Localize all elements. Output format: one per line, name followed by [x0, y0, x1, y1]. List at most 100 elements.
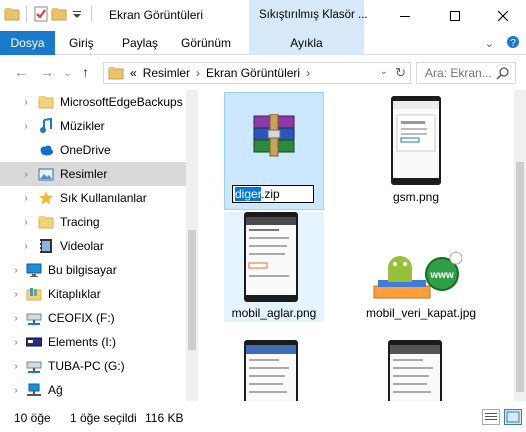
chevron-right-icon[interactable]: › — [20, 217, 32, 228]
rename-selected-text: diger — [235, 187, 262, 201]
close-button[interactable] — [480, 0, 526, 31]
tab-file[interactable]: Dosya — [0, 31, 55, 55]
chevron-down-icon[interactable]: ⌄ — [485, 37, 494, 50]
chevron-right-icon[interactable]: › — [20, 193, 32, 204]
nav-item-onedrive[interactable]: OneDrive — [0, 138, 186, 162]
chevron-right-icon[interactable]: › — [20, 169, 32, 180]
large-icons-view-button[interactable] — [504, 409, 522, 425]
rename-field[interactable]: diger.zip — [232, 185, 314, 203]
file-tile-partial[interactable] — [244, 340, 298, 401]
breadcrumb-item-current[interactable]: Ekran Görüntüleri — [206, 66, 300, 80]
nav-item-label: CEOFIX (F:) — [48, 311, 115, 325]
nav-scrollbar[interactable] — [186, 90, 198, 401]
search-box[interactable] — [416, 62, 516, 84]
nav-item-resimler[interactable]: › Resimler — [0, 162, 186, 186]
ribbon-tabs: Dosya Giriş Paylaş Görünüm Ayıkla ⌄ ? — [0, 31, 526, 55]
chevron-right-icon[interactable]: › — [10, 385, 22, 396]
minimize-button[interactable] — [382, 0, 428, 31]
nav-item-videolar[interactable]: › Videolar — [0, 234, 186, 258]
breadcrumb-chevron-icon[interactable]: › — [306, 66, 310, 80]
tab-extract[interactable]: Ayıkla — [249, 31, 364, 55]
breadcrumb-item-resimler[interactable]: Resimler — [143, 66, 190, 80]
folder-icon — [108, 66, 124, 83]
nav-item-ag[interactable]: › Ağ — [0, 378, 186, 401]
file-name: mobil_veri_kapat.jpg — [366, 306, 477, 320]
nav-item-label: OneDrive — [60, 143, 111, 157]
nav-item-label: MicrosoftEdgeBackups — [60, 95, 183, 109]
file-view-scrollbar-thumb[interactable] — [516, 162, 524, 392]
chevron-right-icon[interactable]: › — [10, 265, 22, 276]
address-bar[interactable]: « Resimler › Ekran Görüntüleri › ⌄ ↻ — [103, 62, 411, 84]
nav-item-sik-kullanilanlar[interactable]: › Sık Kullanılanlar — [0, 186, 186, 210]
nav-item-label: Kitaplıklar — [48, 287, 101, 301]
breadcrumb-overflow[interactable]: « — [130, 66, 137, 80]
refresh-icon[interactable]: ↻ — [395, 65, 406, 81]
file-view: diger.zip gsm.png mobil_aglar.png www mo… — [198, 90, 514, 401]
back-arrow-icon[interactable]: ← — [14, 64, 28, 80]
ribbon-controls: ⌄ ? — [485, 35, 520, 52]
properties-icon[interactable] — [33, 6, 49, 22]
file-name: mobil_aglar.png — [231, 306, 317, 320]
breadcrumb-chevron-icon[interactable]: › — [196, 66, 200, 80]
customize-toolbar-icon[interactable] — [69, 6, 85, 22]
nav-item-label: Sık Kullanılanlar — [60, 191, 147, 205]
phone-screenshot-thumbnail — [391, 96, 441, 185]
tab-home[interactable]: Giriş — [69, 31, 94, 55]
search-input[interactable] — [417, 63, 497, 83]
file-tile-gsm[interactable]: gsm.png — [366, 92, 466, 210]
address-dropdown-icon[interactable]: ⌄ — [380, 66, 388, 77]
item-count: 10 öğe — [14, 411, 51, 425]
chevron-right-icon[interactable]: › — [20, 121, 32, 132]
nav-item-ceofix[interactable]: › CEOFIX (F:) — [0, 306, 186, 330]
chevron-right-icon[interactable]: › — [10, 361, 22, 372]
tab-share[interactable]: Paylaş — [122, 31, 158, 55]
nav-item-kitapliklar[interactable]: › Kitaplıklar — [0, 282, 186, 306]
winrar-archive-icon — [250, 113, 298, 160]
file-tile-mobil-aglar[interactable]: mobil_aglar.png — [224, 212, 324, 322]
large-icons-view-icon — [506, 411, 520, 423]
nav-scrollbar-thumb[interactable] — [188, 230, 196, 350]
chevron-right-icon[interactable]: › — [10, 289, 22, 300]
nav-item-bu-bilgisayar[interactable]: › Bu bilgisayar — [0, 258, 186, 282]
status-bar: 10 öğe 1 öğe seçildi 116 KB — [0, 401, 526, 432]
nav-item-elements[interactable]: › Elements (I:) — [0, 330, 186, 354]
nav-item-label: Müzikler — [60, 119, 105, 133]
chevron-right-icon[interactable]: › — [10, 337, 22, 348]
search-icon[interactable] — [496, 66, 510, 83]
recent-locations-icon[interactable]: ⌄ — [64, 68, 72, 79]
tab-view[interactable]: Görünüm — [181, 31, 231, 55]
nav-item-label: Bu bilgisayar — [48, 263, 117, 277]
new-folder-icon[interactable] — [51, 6, 67, 22]
forward-arrow-icon[interactable]: → — [40, 64, 54, 80]
context-tab-label: Sıkıştırılmış Klasör ... — [259, 9, 368, 21]
minimize-icon — [400, 15, 410, 17]
window-title: Ekran Görüntüleri — [109, 8, 204, 22]
chevron-right-icon[interactable]: › — [20, 97, 32, 108]
up-arrow-icon[interactable]: ↑ — [82, 64, 89, 80]
file-tile-partial[interactable] — [388, 340, 442, 401]
file-tile-mobil-veri-kapat[interactable]: www mobil_veri_kapat.jpg — [366, 212, 477, 342]
maximize-button[interactable] — [432, 0, 478, 31]
chevron-right-icon[interactable]: › — [20, 241, 32, 252]
nav-item-muzikler[interactable]: › Müzikler — [0, 114, 186, 138]
video-icon — [38, 238, 54, 254]
file-name: gsm.png — [392, 190, 440, 204]
chevron-right-icon[interactable]: › — [10, 313, 22, 324]
close-icon — [498, 10, 508, 21]
nav-item-tracing[interactable]: › Tracing — [0, 210, 186, 234]
cloud-icon — [38, 142, 54, 158]
help-icon[interactable]: ? — [506, 35, 520, 52]
svg-text:www: www — [429, 270, 454, 281]
file-view-scrollbar[interactable] — [514, 90, 526, 401]
toolbar-separator — [26, 6, 27, 22]
nav-item-label: Tracing — [60, 215, 100, 229]
details-view-button[interactable] — [482, 409, 500, 425]
nav-item-label: Ağ — [48, 383, 63, 397]
star-icon — [38, 190, 54, 206]
toolbar-separator — [91, 6, 92, 22]
rename-extension-text: .zip — [261, 187, 280, 201]
address-row: ← → ⌄ ↑ « Resimler › Ekran Görüntüleri ›… — [0, 55, 526, 90]
folder-icon — [38, 94, 54, 110]
nav-item-microsoftedgebackups[interactable]: › MicrosoftEdgeBackups — [0, 90, 186, 114]
nav-item-tuba-pc[interactable]: › TUBA-PC (G:) — [0, 354, 186, 378]
